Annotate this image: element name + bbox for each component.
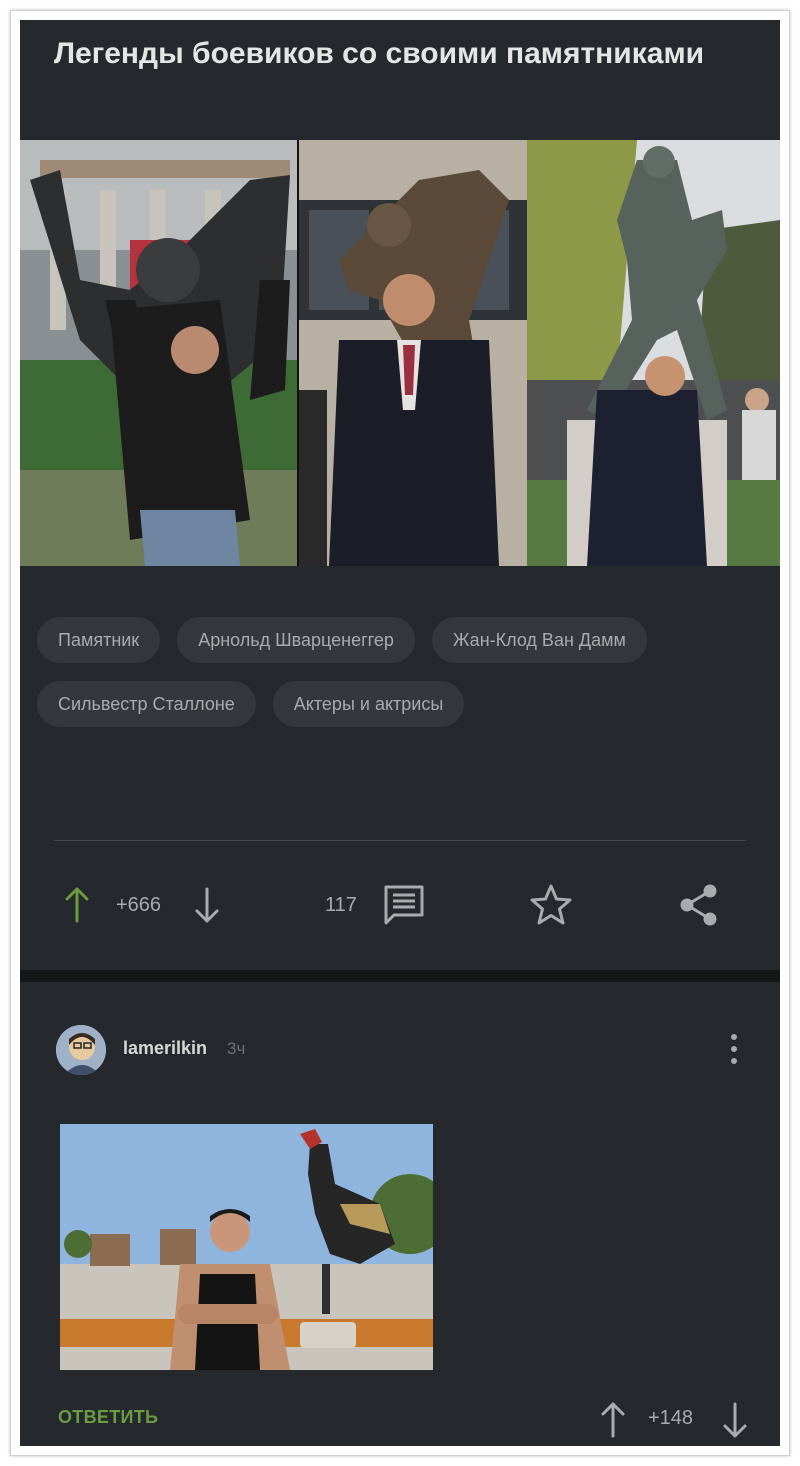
divider [54, 840, 746, 841]
comments-count[interactable]: 117 [325, 880, 357, 930]
reply-button[interactable]: ОТВЕТИТЬ [58, 1407, 158, 1428]
tag-van-damme[interactable]: Жан-Клод Ван Дамм [431, 617, 647, 663]
post-image-collage[interactable] [20, 140, 780, 566]
photo-stallone-statue [20, 140, 297, 566]
arrow-up-icon[interactable] [598, 1400, 628, 1445]
photo-van-damme-statue [527, 140, 780, 566]
photo-schwarzenegger-statue [299, 140, 527, 566]
comment-card: lamerilkin 3ч ОТВЕТИТЬ +148 [20, 982, 780, 1446]
tag-schwarzenegger[interactable]: Арнольд Шварценеггер [177, 617, 415, 663]
avatar[interactable] [56, 1025, 106, 1075]
arrow-down-icon[interactable] [192, 880, 222, 930]
comment-username[interactable]: lamerilkin [123, 1038, 207, 1059]
star-icon[interactable] [528, 880, 574, 930]
post-title[interactable]: Легенды боевиков со своими памятниками [54, 34, 734, 74]
arrow-up-icon[interactable] [62, 880, 92, 930]
more-vertical-icon[interactable] [726, 1032, 742, 1066]
tag-actors[interactable]: Актеры и актрисы [272, 681, 465, 727]
comment-image[interactable] [60, 1124, 433, 1370]
post-actions-bar: +666 117 [20, 880, 780, 930]
arrow-down-icon[interactable] [720, 1400, 750, 1445]
tag-stallone[interactable]: Сильвестр Сталлоне [37, 681, 256, 727]
share-icon[interactable] [678, 880, 720, 930]
comment-time: 3ч [227, 1039, 246, 1058]
post-card: Легенды боевиков со своими памятниками П… [20, 20, 780, 970]
comment-rating: +148 [648, 1407, 694, 1429]
post-rating: +666 [116, 893, 162, 916]
tag-monument[interactable]: Памятник [37, 617, 161, 663]
comment-bubble-icon[interactable] [382, 880, 426, 930]
feed-separator [20, 970, 780, 982]
tag-list: Памятник Арнольд Шварценеггер Жан-Клод В… [37, 617, 757, 727]
